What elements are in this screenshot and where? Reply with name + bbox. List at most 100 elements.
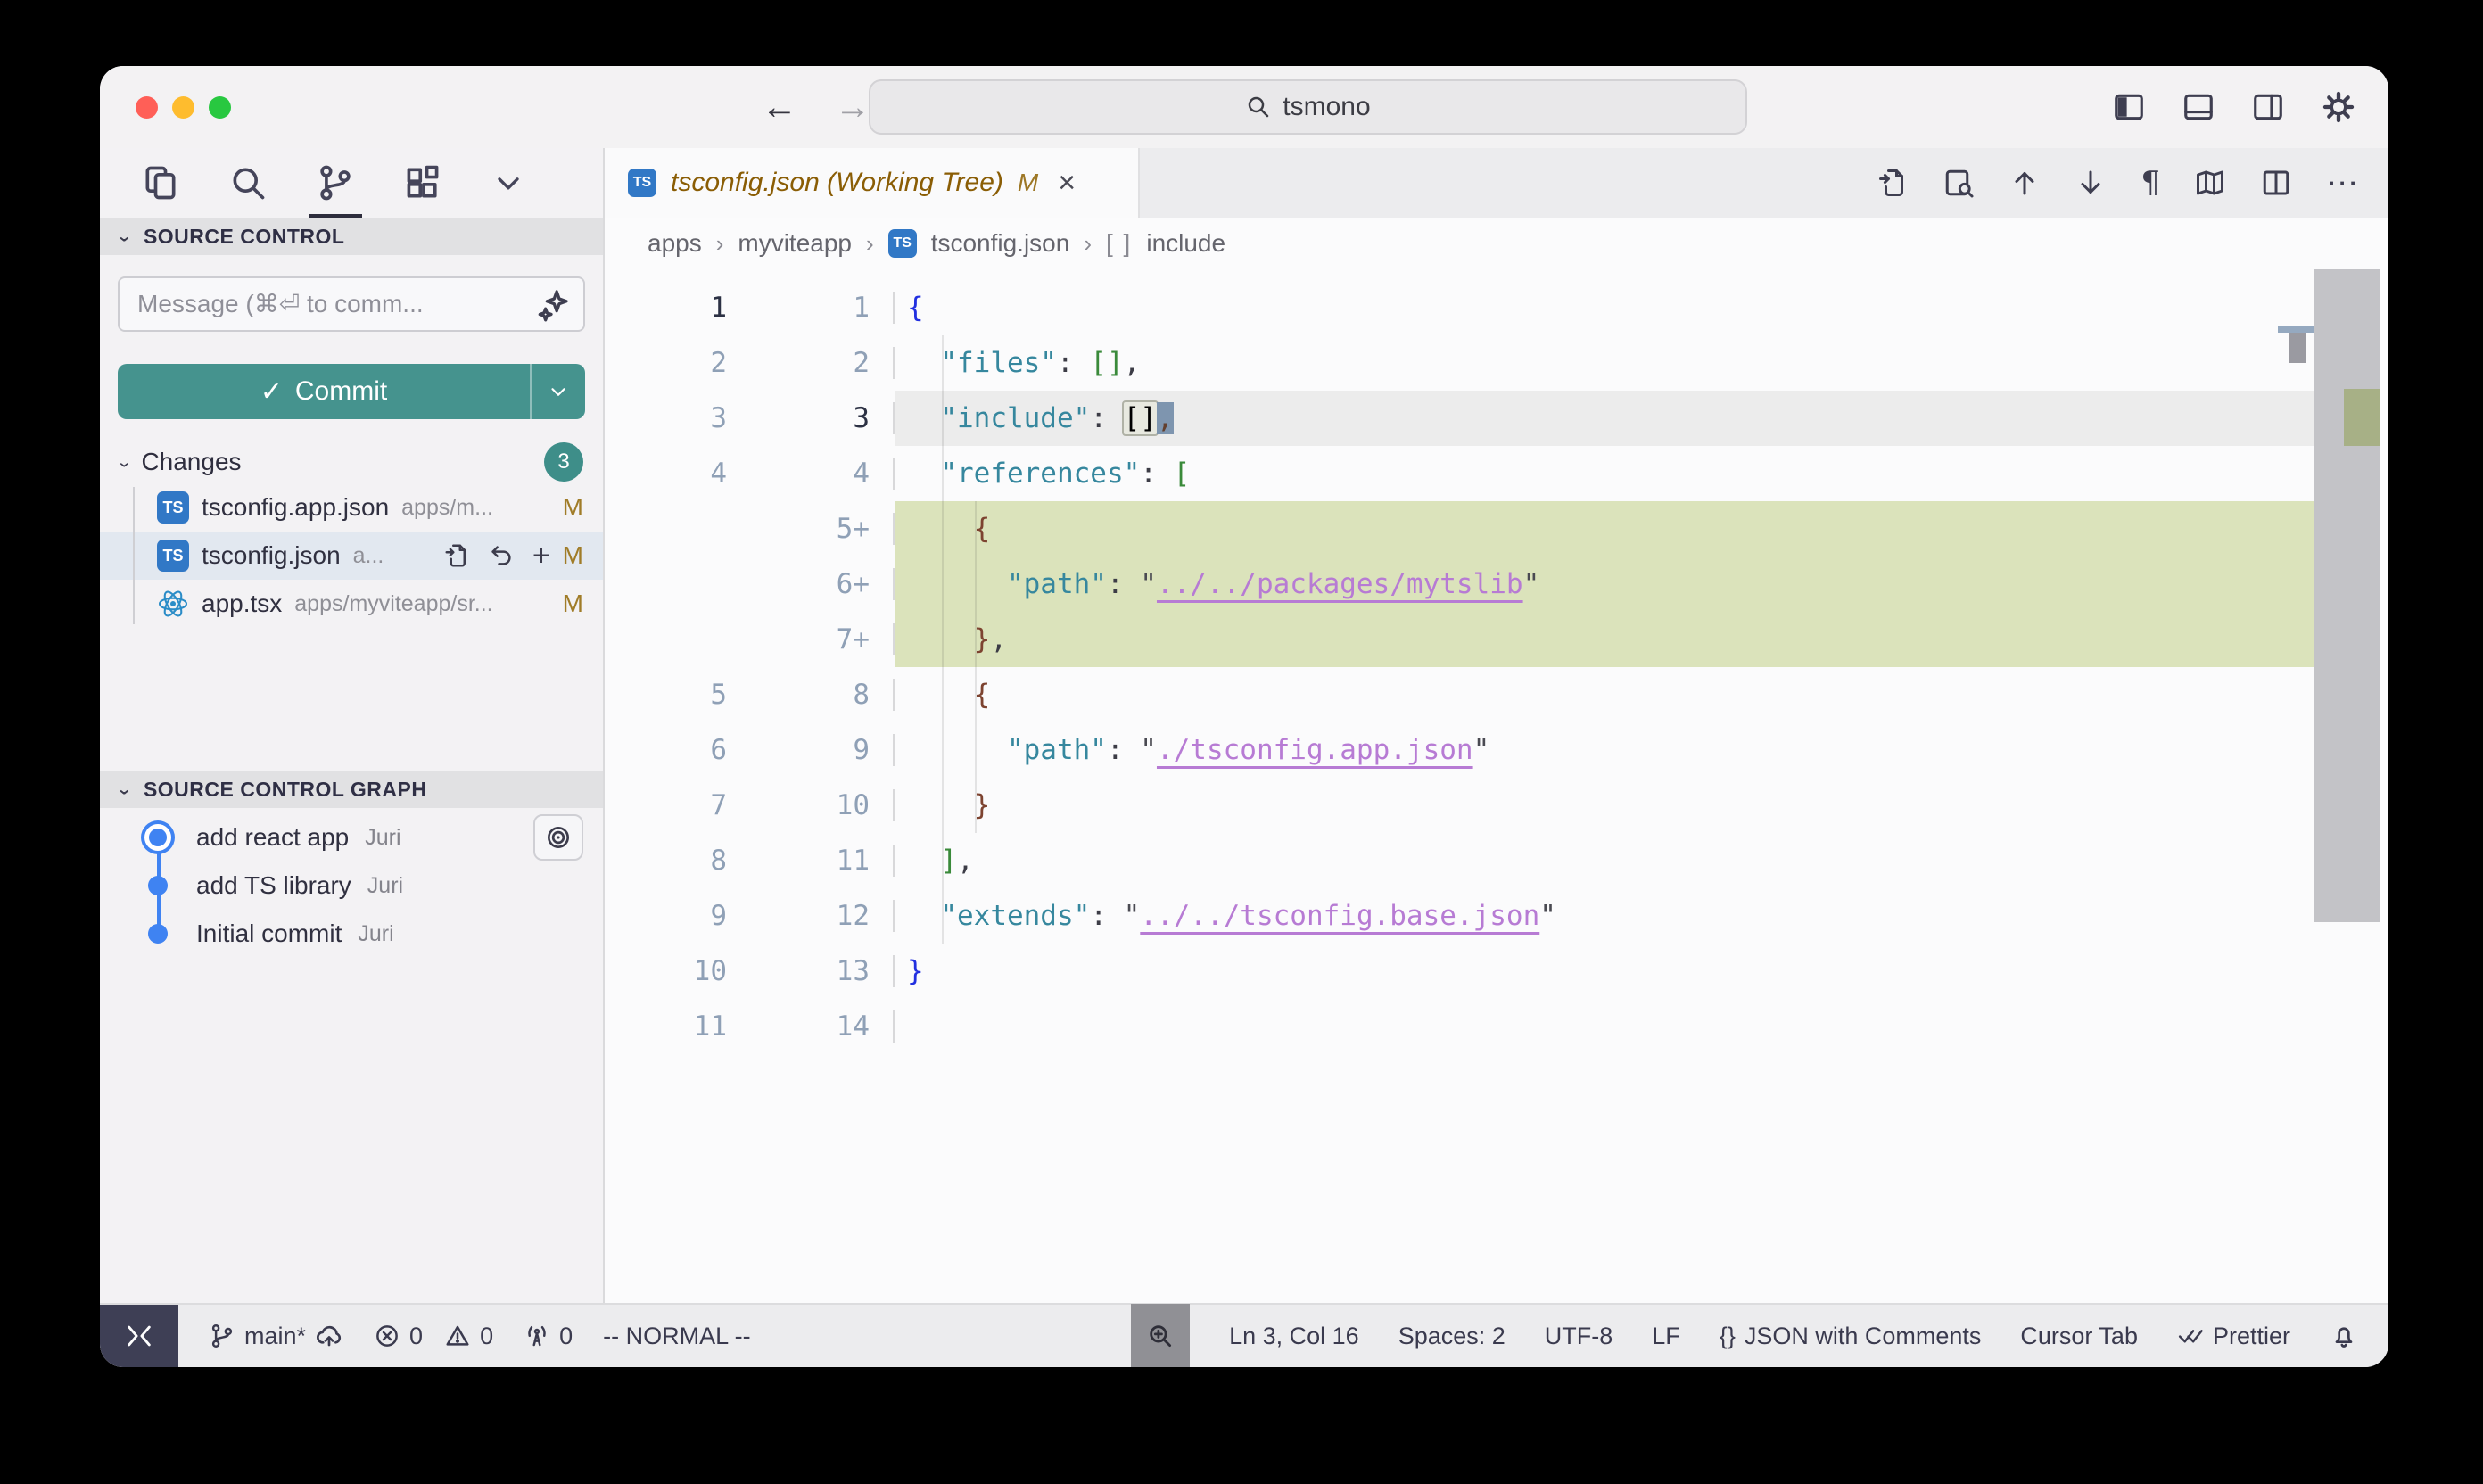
code-line-content: "path": "../../packages/mytslib" [895,556,2330,612]
file-row-app-tsx[interactable]: app.tsx apps/myviteapp/sr... M [100,580,603,628]
line-number-old: 2 [605,347,752,379]
open-file-icon[interactable] [1877,167,1909,199]
tab-tsconfig-working-tree[interactable]: TS tsconfig.json (Working Tree) M × [605,148,1140,218]
settings-gear-icon[interactable] [2321,89,2356,125]
code-line[interactable]: 44 "references": [ [605,446,2388,501]
commit-button[interactable]: ✓ Commit [118,364,585,419]
code-line[interactable]: 11{ [605,280,2388,335]
source-control-section-header[interactable]: ⌄ SOURCE CONTROL [100,218,603,255]
line-number-new: 13 [752,955,895,987]
minimize-window-button[interactable] [172,96,194,119]
scrollbar-thumb[interactable] [2314,269,2380,922]
code-line[interactable]: 7+ }, [605,612,2388,667]
file-path: apps/m... [401,495,493,521]
discard-changes-icon[interactable] [488,542,515,569]
back-icon[interactable]: ← [762,87,797,128]
cursor-position-indicator[interactable]: Ln 3, Col 16 [1229,1323,1359,1350]
commit-row[interactable]: add react app Juri [100,813,603,862]
code-line[interactable]: 710 } [605,778,2388,833]
encoding-indicator[interactable]: UTF-8 [1545,1323,1613,1350]
breadcrumb-apps[interactable]: apps [648,229,702,258]
code-line[interactable]: 22 "files": [], [605,335,2388,391]
more-views-chevron-icon[interactable] [491,148,526,218]
command-center-search[interactable]: tsmono [869,79,1747,135]
source-control-graph-header[interactable]: ⌄ SOURCE CONTROL GRAPH [100,771,603,808]
bell-icon[interactable] [2330,1322,2358,1350]
file-name: tsconfig.app.json [202,493,389,522]
language-mode-indicator[interactable]: {} JSON with Comments [1720,1323,1982,1350]
next-change-icon[interactable] [2075,167,2107,199]
cursor-tab-indicator[interactable]: Cursor Tab [2020,1323,2138,1350]
code-line[interactable]: 58 { [605,667,2388,722]
code-token [907,513,974,545]
commit-message-input[interactable] [118,276,585,332]
file-row-tsconfig-json[interactable]: TS tsconfig.json a... + M [100,532,603,580]
commit-row[interactable]: add TS library Juri [100,862,603,910]
code-line[interactable]: 5+ { [605,501,2388,556]
line-number-old: 6 [605,734,752,766]
toggle-secondary-sidebar-icon[interactable] [2251,90,2285,124]
whitespace-toggle-icon[interactable]: ¶ [2141,165,2160,201]
file-row-tsconfig-app-json[interactable]: TS tsconfig.app.json apps/m... M [100,483,603,532]
line-number-old: 10 [605,955,752,987]
chevron-down-icon [547,380,570,403]
git-branch-icon [209,1323,235,1349]
breadcrumb-myviteapp[interactable]: myviteapp [738,229,852,258]
code-line[interactable]: 33 "include": [], [605,391,2388,446]
search-view-icon[interactable] [228,148,268,218]
goto-commit-button[interactable] [533,814,583,861]
forward-icon[interactable]: → [835,87,870,128]
zoom-indicator[interactable] [1131,1304,1190,1367]
close-window-button[interactable] [136,96,158,119]
open-file-icon[interactable] [443,542,470,569]
more-actions-icon[interactable]: ⋯ [2326,164,2358,202]
code-line[interactable]: 811 ], [605,833,2388,888]
inline-view-toggle-icon[interactable] [1943,167,1975,199]
line-number-new: 4 [752,458,895,490]
line-number-new: 6+ [752,568,895,600]
branch-indicator[interactable]: main* [209,1322,343,1350]
commit-node [148,924,168,944]
commit-row[interactable]: Initial commit Juri [100,910,603,958]
activity-bar [100,148,603,218]
breadcrumb-tsconfig[interactable]: tsconfig.json [931,229,1070,258]
toggle-panel-icon[interactable] [2182,90,2215,124]
formatter-indicator[interactable]: Prettier [2177,1323,2290,1350]
code-line[interactable]: 6+ "path": "../../packages/mytslib" [605,556,2388,612]
explorer-icon[interactable] [141,148,180,218]
stage-changes-icon[interactable]: + [532,539,550,573]
vim-mode-indicator[interactable]: -- NORMAL -- [603,1323,750,1350]
sparkle-ai-icon[interactable] [535,287,571,327]
extensions-icon[interactable] [403,148,442,218]
code-area[interactable]: 11{22 "files": [],33 "include": [],44 "r… [605,269,2388,1303]
code-line[interactable]: 912 "extends": "../../tsconfig.base.json… [605,888,2388,944]
eol-indicator[interactable]: LF [1652,1323,1680,1350]
code-token: [] [1090,347,1123,379]
code-line[interactable]: 1013} [605,944,2388,999]
problems-indicator[interactable]: 0 0 [374,1323,493,1350]
indentation-indicator[interactable]: Spaces: 2 [1398,1323,1505,1350]
indent-guide [942,335,944,944]
source-control-view-icon[interactable] [316,148,355,218]
remote-indicator[interactable] [100,1305,178,1367]
ports-indicator[interactable]: 0 [524,1323,573,1350]
split-editor-icon[interactable] [2260,167,2292,199]
breadcrumb-include[interactable]: include [1146,229,1225,258]
code-token [907,900,940,932]
line-number-old: 11 [605,1010,752,1043]
maximize-window-button[interactable] [209,96,231,119]
changes-header[interactable]: ⌄ Changes 3 [100,441,603,483]
previous-change-icon[interactable] [2009,167,2041,199]
code-line[interactable]: 1114 [605,999,2388,1054]
commit-node-head [149,829,167,846]
code-line[interactable]: 69 "path": "./tsconfig.app.json" [605,722,2388,778]
map-icon[interactable] [2194,167,2226,199]
code-token: : [1107,568,1140,600]
code-lines: 11{22 "files": [],33 "include": [],44 "r… [605,280,2388,1054]
commit-author: Juri [358,921,393,947]
commit-dropdown-button[interactable] [530,364,585,419]
toggle-primary-sidebar-icon[interactable] [2112,90,2146,124]
chevron-down-icon: ⌄ [116,780,133,799]
close-tab-icon[interactable]: × [1058,166,1076,201]
code-token: : [1140,458,1173,490]
